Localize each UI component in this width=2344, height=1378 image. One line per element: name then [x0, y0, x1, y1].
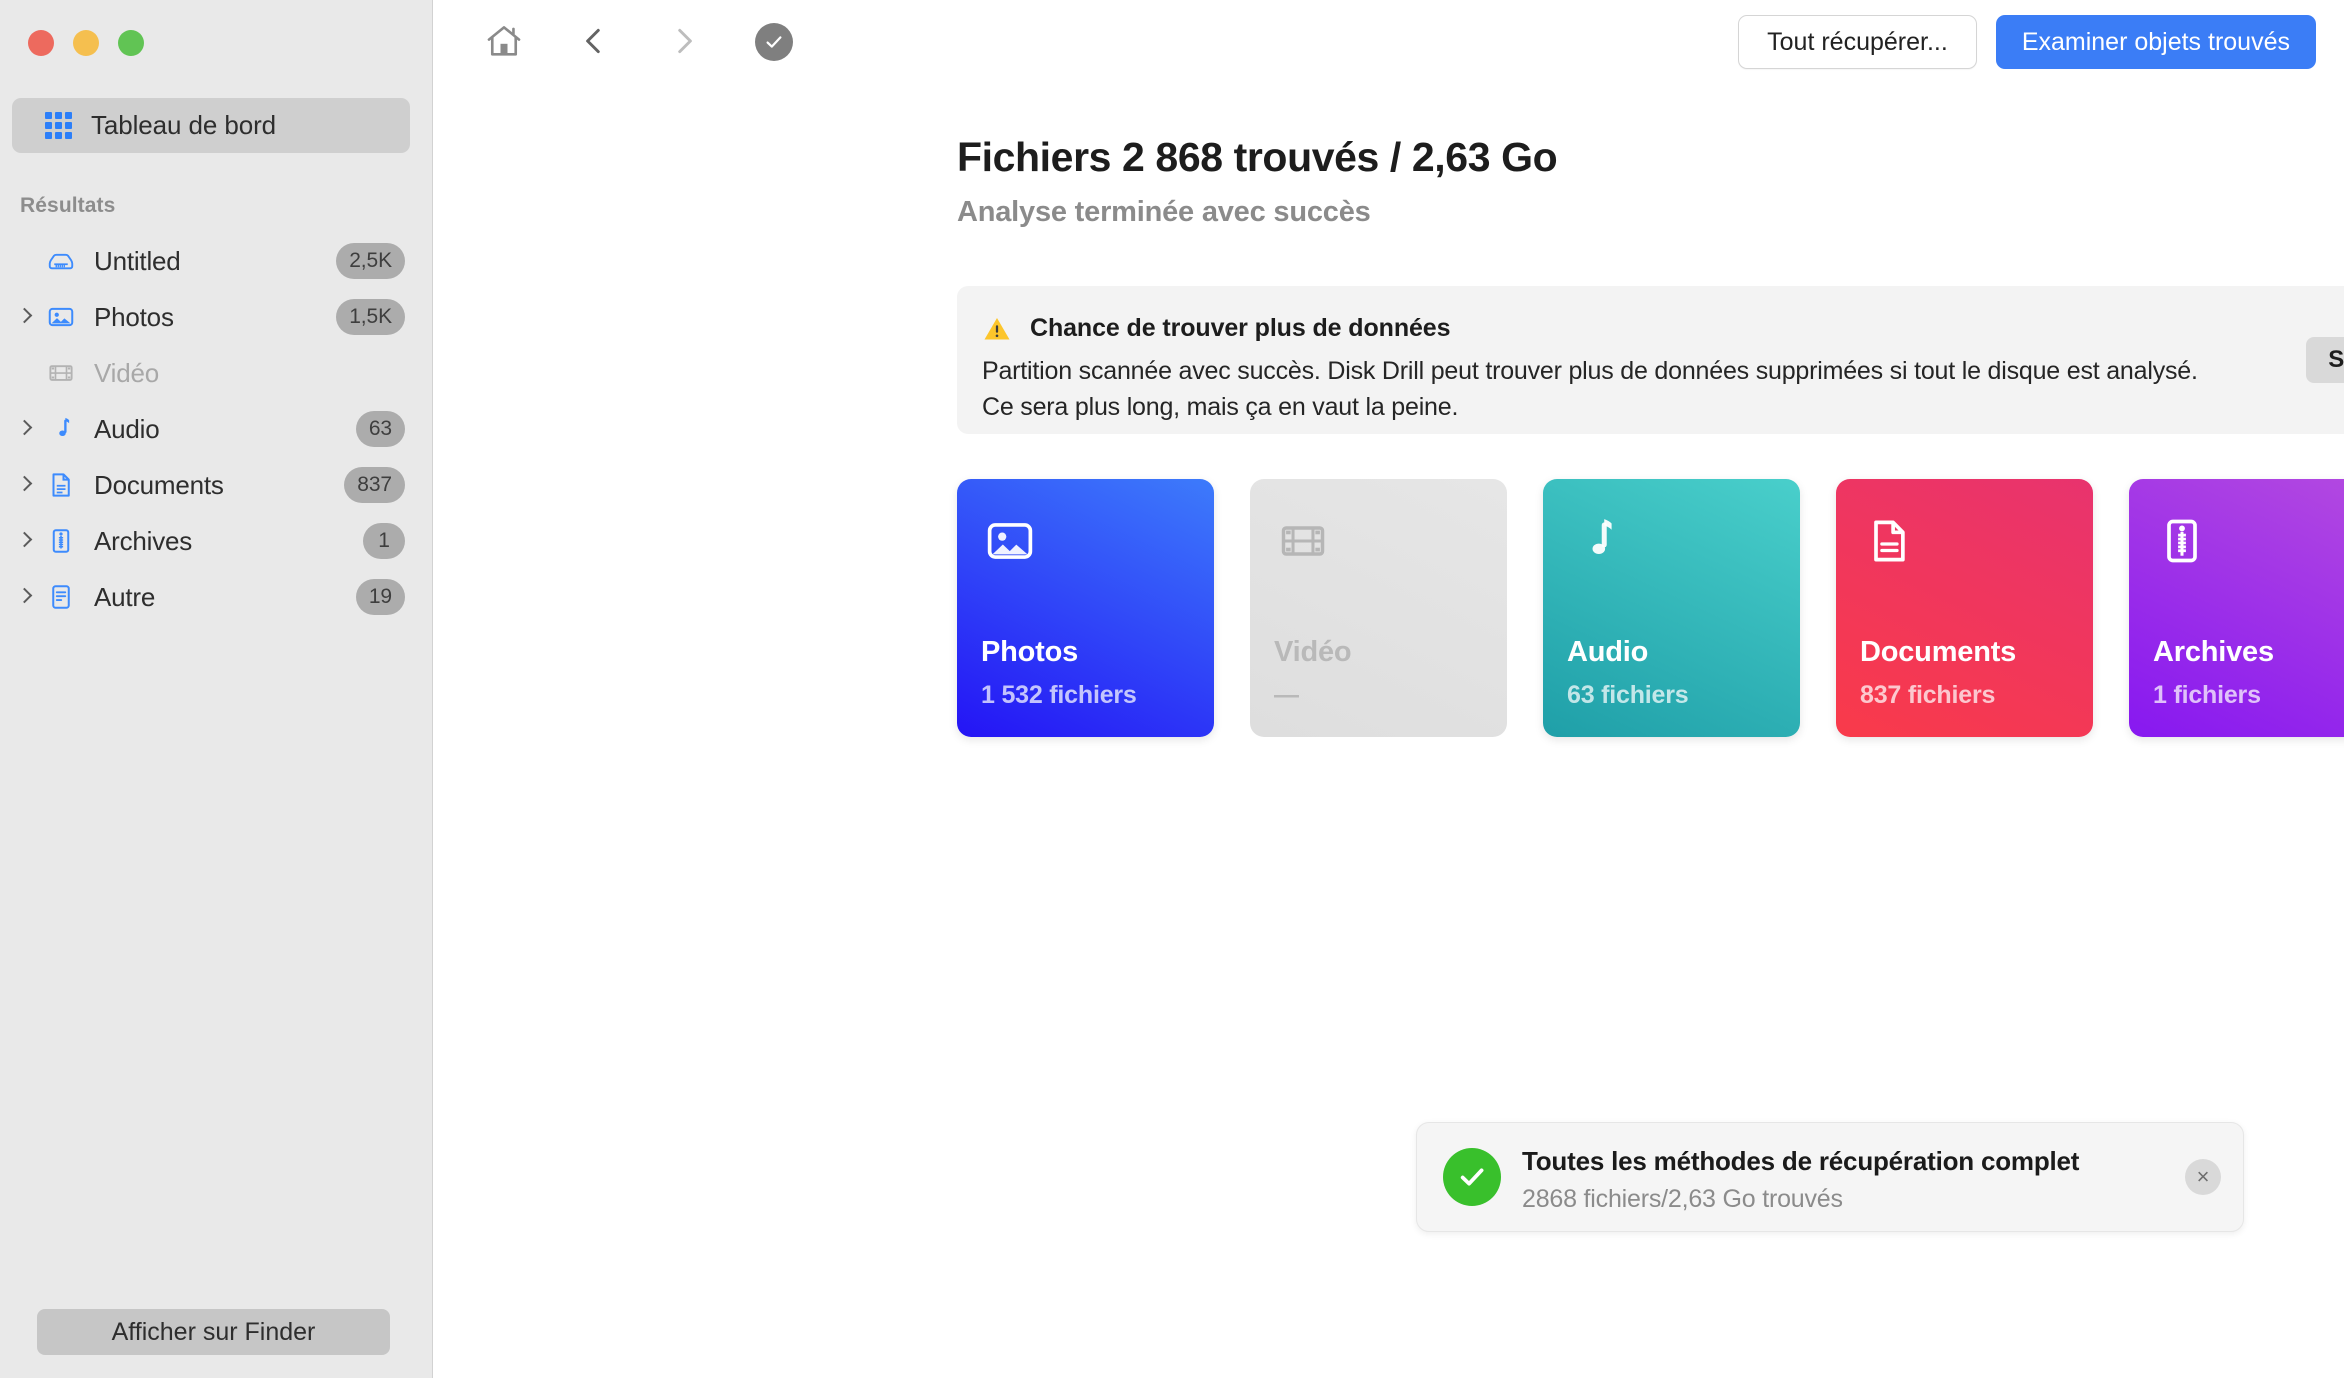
chevron-right-icon: [14, 362, 36, 384]
notice-title: Chance de trouver plus de données: [1030, 314, 1451, 342]
toast-notification: Toutes les méthodes de récupération comp…: [1416, 1122, 2244, 1232]
archive-icon: [44, 524, 78, 558]
card-title: Archives: [2153, 636, 2274, 668]
category-card-audio[interactable]: Audio 63 fichiers: [1543, 479, 1800, 737]
card-count: 837 fichiers: [1860, 681, 1996, 709]
notice-body: Partition scannée avec succès. Disk Dril…: [982, 357, 2198, 421]
page-title: Fichiers 2 868 trouvés / 2,63 Go: [957, 134, 1558, 180]
review-found-items-button[interactable]: Examiner objets trouvés: [1995, 15, 2316, 69]
sidebar-item-badge: 837: [344, 467, 405, 503]
card-title: Documents: [1860, 636, 2017, 668]
sidebar-item-label: Photos: [94, 301, 174, 332]
warning-triangle-icon: [982, 315, 1012, 343]
sidebar-item-video[interactable]: Vidéo: [0, 345, 433, 401]
chevron-right-icon: [14, 250, 36, 272]
other-icon: [44, 580, 78, 614]
recover-all-button[interactable]: Tout récupérer...: [1738, 15, 1977, 69]
sidebar-item-label: Audio: [94, 413, 160, 444]
sidebar-item-audio[interactable]: Audio 63: [0, 401, 433, 457]
notice-banner: Chance de trouver plus de données Partit…: [957, 286, 2344, 434]
sidebar-item-other[interactable]: Autre 19: [0, 569, 433, 625]
sidebar-item-badge: 1: [363, 523, 405, 559]
card-count: 63 fichiers: [1567, 681, 1689, 709]
chevron-right-icon: [667, 24, 701, 61]
notice-header: Chance de trouver plus de données: [982, 314, 1451, 343]
category-card-video: Vidéo —: [1250, 479, 1507, 737]
forward-button[interactable]: [658, 16, 710, 68]
sidebar-item-label: Archives: [94, 525, 193, 556]
close-icon[interactable]: ×: [2185, 1159, 2221, 1195]
category-card-documents[interactable]: Documents 837 fichiers: [1836, 479, 2093, 737]
sidebar-item-badge: 19: [355, 579, 405, 615]
category-card-archives[interactable]: Archives 1 fichiers: [2129, 479, 2344, 737]
card-title: Audio: [1567, 636, 1649, 668]
sidebar-item-label: Documents: [94, 469, 224, 500]
show-in-finder-button[interactable]: Afficher sur Finder: [37, 1309, 390, 1355]
card-count: 1 fichiers: [2153, 681, 2261, 709]
scan-status-button[interactable]: [748, 16, 800, 68]
sidebar: Tableau de bord Résultats Untitled 2,5K: [0, 0, 433, 1378]
home-icon: [483, 20, 525, 65]
sidebar-item-photos[interactable]: Photos 1,5K: [0, 289, 433, 345]
window-traffic-lights: [28, 30, 144, 56]
sidebar-item-untitled[interactable]: Untitled 2,5K: [0, 233, 433, 289]
toolbar-nav-icons: [478, 16, 800, 68]
sidebar-item-label: Vidéo: [94, 357, 160, 388]
photo-icon: [44, 300, 78, 334]
music-icon: [44, 412, 78, 446]
card-title: Vidéo: [1274, 636, 1352, 668]
chevron-right-icon[interactable]: [14, 418, 36, 440]
chevron-right-icon[interactable]: [14, 586, 36, 608]
film-icon: [1277, 515, 1329, 572]
card-count: —: [1274, 681, 1299, 709]
back-button[interactable]: [568, 16, 620, 68]
category-card-photos[interactable]: Photos 1 532 fichiers: [957, 479, 1214, 737]
toast-title: Toutes les méthodes de récupération comp…: [1522, 1146, 2080, 1176]
document-icon: [1863, 515, 1915, 572]
sidebar-item-archives[interactable]: Archives 1: [0, 513, 433, 569]
sidebar-item-label-dashboard: Tableau de bord: [91, 110, 276, 140]
sidebar-item-badge: 1,5K: [336, 299, 405, 335]
toast-subtitle: 2868 fichiers/2,63 Go trouvés: [1522, 1185, 1843, 1213]
minimize-window-button[interactable]: [73, 30, 99, 56]
scan-disk-button[interactable]: Scanner disque: [2306, 337, 2344, 383]
sidebar-item-label: Untitled: [94, 245, 181, 276]
music-icon: [1570, 515, 1622, 572]
page-subtitle: Analyse terminée avec succès: [957, 196, 1371, 228]
category-cards: Photos 1 532 fichiers Vidéo — Audio 63 f…: [957, 479, 2344, 737]
grid-icon: [45, 112, 72, 139]
toolbar: Tout récupérer... Examiner objets trouvé…: [433, 0, 2344, 85]
chevron-right-icon[interactable]: [14, 530, 36, 552]
card-title: Photos: [981, 636, 1079, 668]
chevron-right-icon[interactable]: [14, 306, 36, 328]
toolbar-actions: Tout récupérer... Examiner objets trouvé…: [1738, 15, 2316, 69]
document-icon: [44, 468, 78, 502]
disk-icon: [44, 244, 78, 278]
sidebar-item-dashboard[interactable]: Tableau de bord: [12, 98, 410, 153]
sidebar-item-documents[interactable]: Documents 837: [0, 457, 433, 513]
photo-icon: [984, 515, 1036, 572]
sidebar-results-list: Untitled 2,5K Photos 1,5K Vidéo Audio 63…: [0, 233, 433, 625]
sidebar-item-badge: 2,5K: [336, 243, 405, 279]
chevron-left-icon: [577, 24, 611, 61]
archive-icon: [2156, 515, 2208, 572]
main-content: Tout récupérer... Examiner objets trouvé…: [433, 0, 2344, 1378]
sidebar-item-label: Autre: [94, 581, 156, 612]
sidebar-section-title: Résultats: [20, 194, 116, 217]
notice-actions: Scanner disque Ignorer: [2306, 337, 2344, 383]
check-circle-filled-icon: [1443, 1148, 1501, 1206]
card-count: 1 532 fichiers: [981, 681, 1137, 709]
app-window: Tableau de bord Résultats Untitled 2,5K: [0, 0, 2344, 1378]
sidebar-item-badge: 63: [355, 411, 405, 447]
zoom-window-button[interactable]: [118, 30, 144, 56]
check-circle-icon: [755, 23, 793, 61]
close-window-button[interactable]: [28, 30, 54, 56]
home-button[interactable]: [478, 16, 530, 68]
film-icon: [44, 356, 78, 390]
chevron-right-icon[interactable]: [14, 474, 36, 496]
